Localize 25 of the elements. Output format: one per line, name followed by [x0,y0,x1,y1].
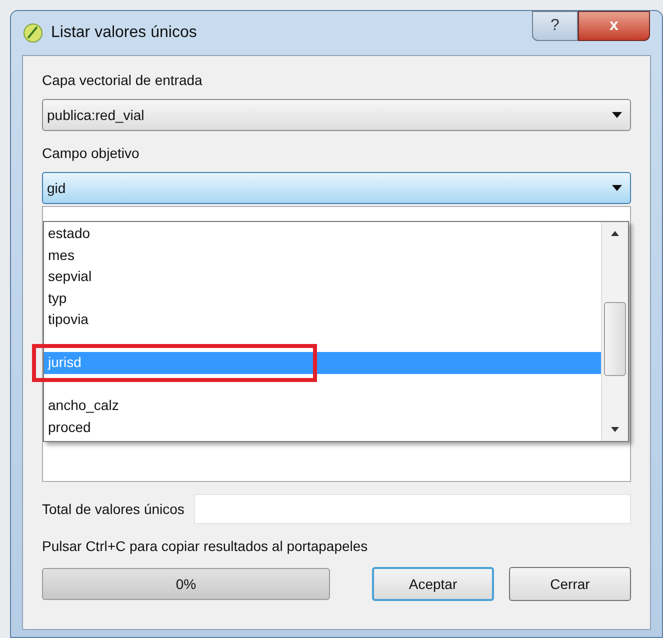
scroll-thumb[interactable] [604,302,626,376]
field-label: Total de valores únicos [42,500,184,518]
scroll-down-icon [611,427,619,432]
dropdown-option[interactable]: mes [44,244,601,266]
dropdown-option[interactable]: ancho_calz [44,395,601,416]
field-dropdown[interactable]: gid [42,172,631,204]
total-field[interactable] [194,494,631,524]
field-label: Campo objetivo [42,144,140,163]
scroll-up-icon [611,231,619,236]
dropdown-option[interactable]: proced [44,416,601,438]
dropdown-option[interactable]: tipovia [44,309,601,330]
field-label: Capa vectorial de entrada [42,71,204,90]
window-title: Listar valores únicos [51,23,197,43]
dropdown-option[interactable]: sepvial [44,266,601,288]
dropdown-option[interactable]: estado [44,223,601,244]
caret-icon [612,112,622,118]
ok-button[interactable]: Aceptar [372,567,494,601]
app-logo-icon [23,23,43,43]
help-button[interactable]: ? [532,11,578,41]
hint-text: Pulsar Ctrl+C para copiar resultados al portapapeles [42,537,369,556]
dropdown-option[interactable]: typ [44,288,601,309]
caret-icon [612,185,622,191]
layer-dropdown[interactable]: publica:red_vial [42,99,631,131]
close-dialog-button[interactable]: Cerrar [509,567,631,601]
scrollbar[interactable] [601,222,628,441]
